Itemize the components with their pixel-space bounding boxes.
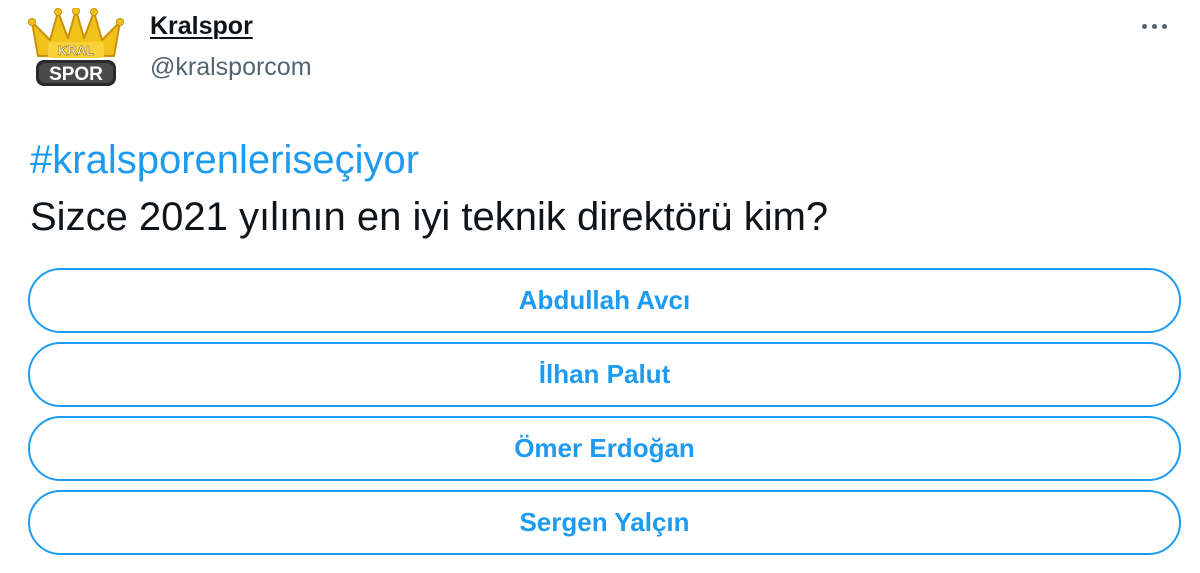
- more-horizontal-icon-dot: [1161, 23, 1167, 29]
- poll-option-label: Sergen Yalçın: [519, 507, 690, 537]
- more-options-button[interactable]: [1134, 14, 1174, 38]
- tweet-card: KRAL SPOR Kralspor @kralsporcom #kralspo…: [0, 0, 1200, 573]
- more-horizontal-icon: [1141, 23, 1147, 29]
- poll-option[interactable]: Sergen Yalçın: [28, 490, 1181, 555]
- poll: Abdullah Avcı İlhan Palut Ömer Erdoğan S…: [28, 268, 1181, 564]
- poll-option-label: Abdullah Avcı: [518, 285, 691, 315]
- kralspor-crown-logo-icon: KRAL SPOR: [28, 7, 124, 86]
- tweet-text: Sizce 2021 yılının en iyi teknik direktö…: [30, 195, 829, 239]
- logo-text-bottom: SPOR: [49, 64, 103, 85]
- display-name[interactable]: Kralspor: [150, 12, 253, 41]
- poll-option-label: Ömer Erdoğan: [514, 433, 695, 463]
- handle: @kralsporcom: [150, 53, 312, 81]
- hashtag-link[interactable]: #kralsporenleriseçiyor: [30, 138, 419, 183]
- poll-option[interactable]: Ömer Erdoğan: [28, 416, 1181, 481]
- poll-option[interactable]: Abdullah Avcı: [28, 268, 1181, 333]
- poll-option-label: İlhan Palut: [538, 359, 671, 389]
- avatar[interactable]: KRAL SPOR: [28, 7, 124, 90]
- poll-option[interactable]: İlhan Palut: [28, 342, 1181, 407]
- more-horizontal-icon-dot: [1151, 23, 1157, 29]
- logo-text-top: KRAL: [58, 43, 94, 58]
